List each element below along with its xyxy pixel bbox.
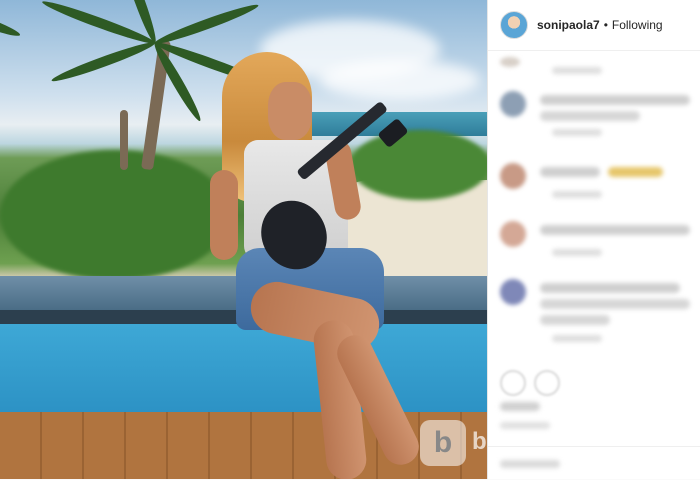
bush	[0, 150, 230, 280]
bush	[350, 130, 487, 200]
comment-item	[500, 279, 700, 349]
comment-text	[540, 315, 610, 325]
watermark-logo: b	[420, 420, 466, 466]
commenter-avatar[interactable]	[500, 279, 526, 305]
watermark-text: b	[472, 428, 487, 455]
palm-frond	[49, 38, 157, 86]
post-actions	[500, 370, 700, 400]
add-comment-bar[interactable]	[488, 446, 700, 480]
instagram-post: b b sonipaola7 • Following	[0, 0, 700, 479]
blue-wall	[0, 324, 487, 424]
comment-text	[540, 299, 690, 309]
comment-meta	[552, 129, 602, 136]
palm-frond	[0, 2, 22, 40]
following-button[interactable]: Following	[612, 18, 663, 32]
comment-list	[488, 51, 700, 381]
profile-avatar[interactable]	[500, 11, 528, 39]
person-face	[268, 82, 312, 140]
comment-meta	[552, 249, 602, 256]
comment-icon[interactable]	[534, 370, 560, 396]
username-link[interactable]: sonipaola7	[537, 18, 600, 32]
commenter-avatar[interactable]	[500, 57, 520, 67]
post-date	[500, 422, 550, 429]
like-count[interactable]	[500, 402, 540, 411]
comment-meta	[552, 191, 602, 198]
comment-item	[500, 163, 700, 203]
palm-trunk	[120, 110, 128, 170]
comment-text	[540, 283, 680, 293]
separator-dot: •	[603, 18, 608, 32]
comment-text	[540, 95, 690, 105]
comment-item	[500, 53, 700, 83]
comment-meta	[552, 335, 602, 342]
heart-icon[interactable]	[500, 370, 526, 396]
post-header: sonipaola7 • Following	[488, 0, 700, 51]
comment-text	[540, 225, 690, 235]
person-arm	[210, 170, 238, 260]
post-photo: b b	[0, 0, 487, 479]
commenter-avatar[interactable]	[500, 163, 526, 189]
commenter-avatar[interactable]	[500, 91, 526, 117]
cloud	[320, 60, 480, 100]
add-comment-input[interactable]	[500, 460, 560, 468]
comment-text	[540, 167, 600, 177]
comment-text	[540, 111, 640, 121]
comment-item	[500, 221, 700, 261]
commenter-avatar[interactable]	[500, 221, 526, 247]
post-sidebar: sonipaola7 • Following	[487, 0, 700, 479]
comment-meta	[552, 67, 602, 74]
palm-frond	[153, 0, 261, 48]
comment-emoji	[608, 167, 663, 177]
comment-item	[500, 91, 700, 141]
